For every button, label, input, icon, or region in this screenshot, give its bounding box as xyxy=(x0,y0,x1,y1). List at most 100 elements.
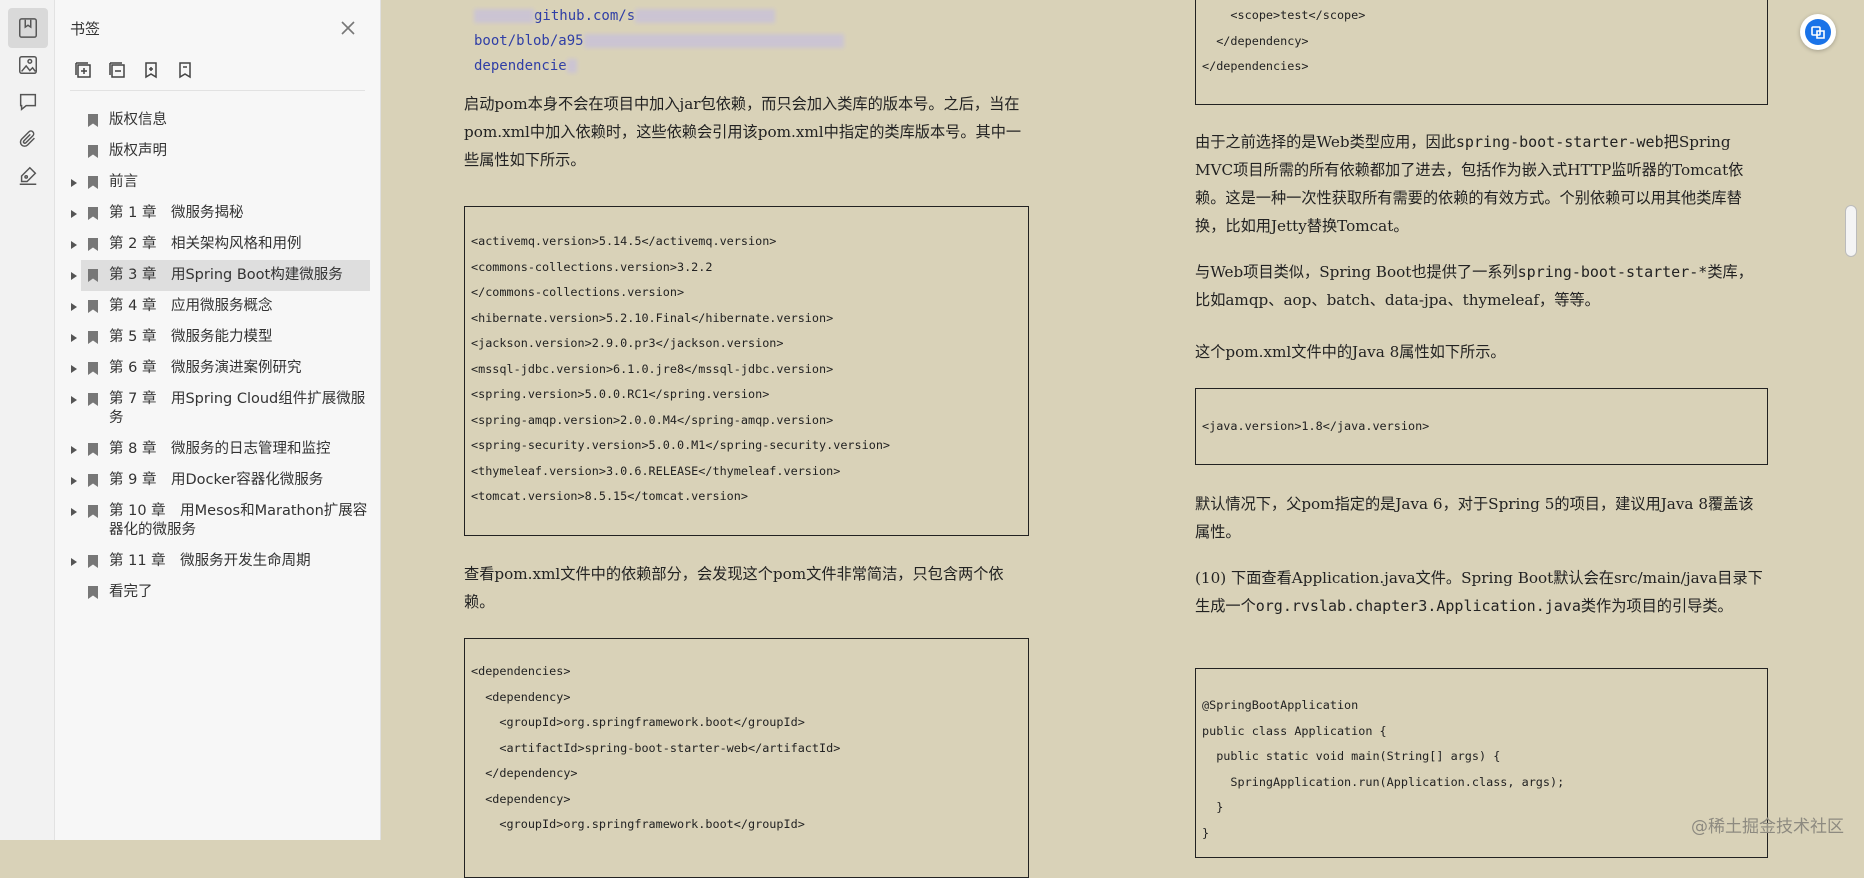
expand-all-button[interactable] xyxy=(73,60,93,80)
signature-panel-button[interactable] xyxy=(8,156,48,196)
bookmark-item[interactable]: 第 5 章 微服务能力模型 xyxy=(55,322,380,353)
collapse-all-icon xyxy=(109,62,125,78)
expand-caret-icon[interactable] xyxy=(67,471,81,490)
bookmark-item-label: 前言 xyxy=(109,174,138,190)
bookmark-item[interactable]: 第 3 章 用Spring Boot构建微服务 xyxy=(55,260,380,291)
expand-all-icon xyxy=(75,62,91,78)
bookmark-item-label: 第 8 章 微服务的日志管理和监控 xyxy=(109,441,331,457)
bookmark-icon xyxy=(85,471,101,490)
bookmark-item-label: 第 10 章 用Mesos和Marathon扩展容器化的微服务 xyxy=(109,503,368,538)
comment-icon xyxy=(19,93,37,111)
expand-caret-icon[interactable] xyxy=(67,204,81,223)
code-line: <jackson.version>2.9.0.pr3</jackson.vers… xyxy=(471,336,784,350)
bookmark-item[interactable]: 第 2 章 相关架构风格和用例 xyxy=(55,229,380,260)
bookmark-item[interactable]: 版权声明 xyxy=(55,136,380,167)
code-line: </dependencies> xyxy=(1202,59,1309,73)
code-line: <artifactId>spring-boot-starter-web</art… xyxy=(471,740,841,755)
bookmark-item-label: 第 7 章 用Spring Cloud组件扩展微服务 xyxy=(109,391,366,426)
bookmark-panel: 书签 版权信息 版权声明 前言第 1 章 微服务揭秘第 2 章 相关架构风格和用例第… xyxy=(55,0,381,840)
close-panel-button[interactable] xyxy=(338,18,358,38)
expand-caret-icon[interactable] xyxy=(67,552,81,571)
bookmark-item-label: 第 9 章 用Docker容器化微服务 xyxy=(109,472,324,488)
bookmark-item-label: 第 3 章 用Spring Boot构建微服务 xyxy=(109,267,343,283)
vertical-scrollbar-thumb[interactable] xyxy=(1845,205,1857,257)
watermark: @稀土掘金技术社区 xyxy=(1691,817,1844,837)
add-bookmark-button[interactable] xyxy=(141,60,161,80)
code-line: <java.version>1.8</java.version> xyxy=(1202,419,1430,433)
expand-caret-icon[interactable] xyxy=(67,173,81,192)
bookmark-icon xyxy=(85,552,101,571)
expand-caret-icon[interactable] xyxy=(67,235,81,254)
translate-icon xyxy=(1811,26,1825,39)
add-bookmark-icon xyxy=(145,62,157,79)
code-line: public static void main(String[] args) { xyxy=(1202,749,1501,763)
bookmark-item[interactable]: 第 1 章 微服务揭秘 xyxy=(55,198,380,229)
expand-caret-icon[interactable] xyxy=(67,502,81,521)
close-icon xyxy=(341,21,355,35)
expand-caret-icon[interactable] xyxy=(67,328,81,347)
attachment-panel-button[interactable] xyxy=(8,119,48,159)
expand-caret-icon[interactable] xyxy=(67,266,81,285)
caret-spacer xyxy=(67,142,81,161)
bookmark-item-label: 第 4 章 应用微服务概念 xyxy=(109,298,273,314)
expand-caret-icon[interactable] xyxy=(67,297,81,316)
code-line: @SpringBootApplication xyxy=(1202,698,1359,712)
image-panel-button[interactable] xyxy=(8,45,48,85)
expand-caret-icon[interactable] xyxy=(67,440,81,459)
bookmark-item[interactable]: 看完了 xyxy=(55,577,380,608)
code-line: </commons-collections.version> xyxy=(471,285,685,299)
url-block: github.com/s boot/blob/a95 dependencie xyxy=(474,4,844,79)
bookmark-icon xyxy=(85,266,101,285)
url-line[interactable]: github.com/s xyxy=(474,4,844,29)
bookmark-item[interactable]: 第 4 章 应用微服务概念 xyxy=(55,291,380,322)
bookmark-item[interactable]: 第 8 章 微服务的日志管理和监控 xyxy=(55,434,380,465)
bookmark-panel-button[interactable] xyxy=(8,8,48,48)
expand-caret-icon[interactable] xyxy=(67,390,81,409)
bookmark-icon xyxy=(85,583,101,602)
bookmark-toolbar xyxy=(73,60,195,86)
bookmark-item-label: 第 5 章 微服务能力模型 xyxy=(109,329,273,345)
code-line: <dependency> xyxy=(471,791,571,806)
caret-spacer xyxy=(67,111,81,130)
url-line[interactable]: dependencie xyxy=(474,54,844,79)
paperclip-icon xyxy=(19,130,35,147)
code-line: SpringApplication.run(Application.class,… xyxy=(1202,774,1565,789)
bookmark-icon xyxy=(85,502,101,521)
panel-title: 书签 xyxy=(70,20,101,38)
comment-panel-button[interactable] xyxy=(8,82,48,122)
code-block: <dependencies> <dependency> <groupId>org… xyxy=(464,638,1029,878)
bookmark-tree: 版权信息 版权声明前言第 1 章 微服务揭秘第 2 章 相关架构风格和用例第 3 … xyxy=(55,105,380,608)
code-block: @SpringBootApplication public class Appli… xyxy=(1195,668,1768,858)
paragraph: (10) 下面查看Application.java文件。Spring Boot默… xyxy=(1195,569,1763,615)
bookmark-item[interactable]: 第 7 章 用Spring Cloud组件扩展微服务 xyxy=(55,384,380,434)
bookmark-outline-button[interactable] xyxy=(175,60,195,80)
code-line: <tomcat.version>8.5.15</tomcat.version> xyxy=(471,489,748,503)
code-block: <scope>test</scope> </dependency> </depen… xyxy=(1195,0,1768,105)
code-line: </dependency> xyxy=(1202,33,1309,48)
bookmark-item[interactable]: 第 11 章 微服务开发生命周期 xyxy=(55,546,380,577)
bookmark-icon xyxy=(85,142,101,161)
bookmark-item[interactable]: 第 6 章 微服务演进案例研究 xyxy=(55,353,380,384)
bookmark-item-label: 第 2 章 相关架构风格和用例 xyxy=(109,236,302,252)
paragraph: 由于之前选择的是Web类型应用，因此spring-boot-starter-we… xyxy=(1195,133,1744,235)
code-line: <dependencies> xyxy=(471,664,571,678)
code-block: <activemq.version>5.14.5</activemq.versi… xyxy=(464,206,1029,536)
divider xyxy=(70,90,365,91)
code-line: <groupId>org.springframework.boot</group… xyxy=(471,715,805,729)
bookmark-icon xyxy=(85,111,101,130)
bookmark-item-label: 看完了 xyxy=(109,584,153,600)
bookmark-item[interactable]: 前言 xyxy=(55,167,380,198)
paragraph: 默认情况下，父pom指定的是Java 6，对于Spring 5的项目，建议用Ja… xyxy=(1195,495,1754,541)
floating-tool-button[interactable] xyxy=(1800,14,1836,50)
bookmark-item[interactable]: 版权信息 xyxy=(55,105,380,136)
collapse-all-button[interactable] xyxy=(107,60,127,80)
bookmark-item[interactable]: 第 10 章 用Mesos和Marathon扩展容器化的微服务 xyxy=(55,496,380,546)
bookmark-item[interactable]: 第 9 章 用Docker容器化微服务 xyxy=(55,465,380,496)
document-view[interactable]: github.com/s boot/blob/a95 dependencie 启… xyxy=(381,0,1864,878)
code-line: <scope>test</scope> xyxy=(1202,8,1366,22)
code-line: } xyxy=(1202,800,1224,814)
signature-icon xyxy=(19,166,37,185)
expand-caret-icon[interactable] xyxy=(67,359,81,378)
url-line[interactable]: boot/blob/a95 xyxy=(474,29,844,54)
paragraph: 查看pom.xml文件中的依赖部分，会发现这个pom文件非常简洁，只包含两个依赖… xyxy=(464,565,1004,611)
